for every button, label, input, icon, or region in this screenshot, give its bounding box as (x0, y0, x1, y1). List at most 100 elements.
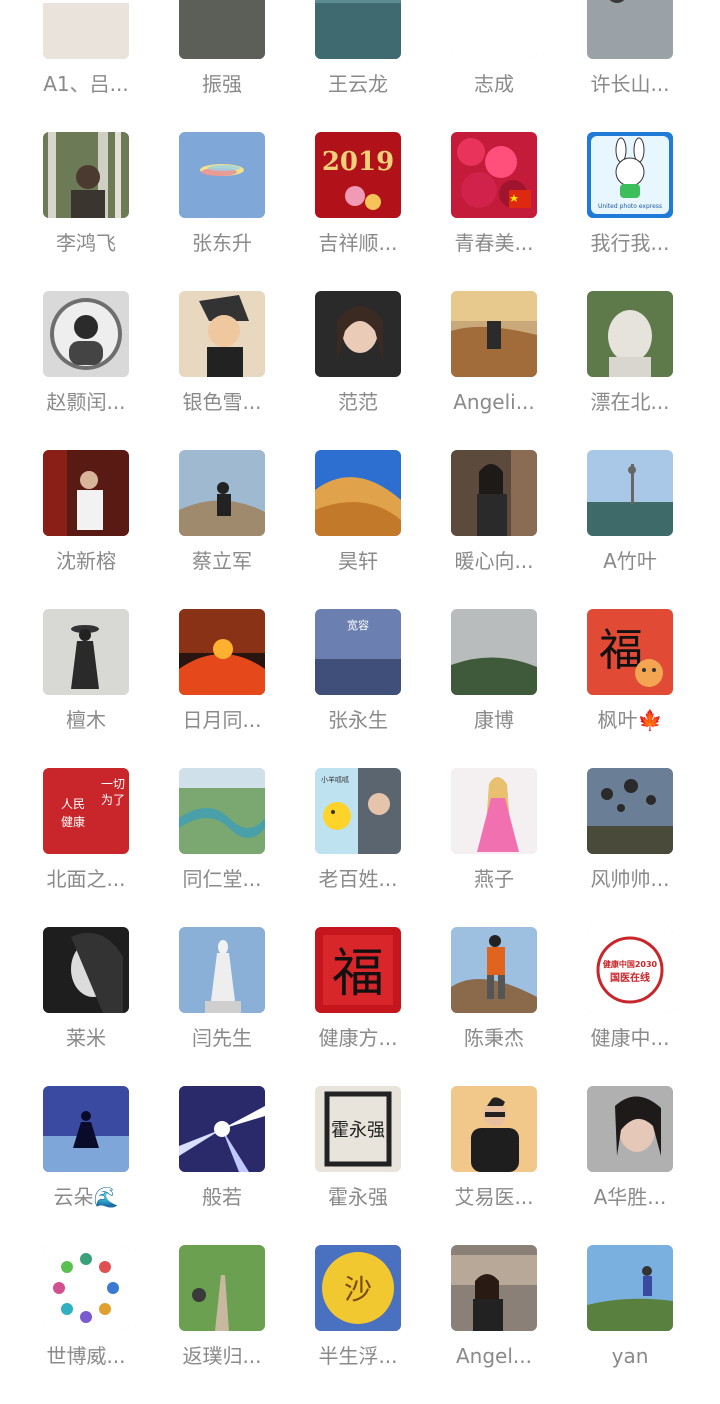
woman-indoor-avatar-icon[interactable] (451, 450, 537, 536)
member-item[interactable]: 宽容 张永生 (295, 609, 421, 759)
seal-stamp-avatar-icon[interactable]: 霍永强 (315, 1086, 401, 1172)
forest-portrait-avatar-icon[interactable] (43, 132, 129, 218)
swordsman-avatar-icon[interactable] (43, 609, 129, 695)
member-item[interactable]: 沈新榕 (23, 450, 149, 600)
member-name: 振强 (202, 72, 242, 96)
member-name: A1、吕... (43, 72, 129, 96)
mountain-top-avatar-icon[interactable] (179, 450, 265, 536)
member-item[interactable]: 福健康方... (295, 927, 421, 1077)
member-item[interactable]: 闫先生 (159, 927, 285, 1077)
member-item[interactable]: 风帅帅... (567, 768, 693, 918)
member-item[interactable]: 燕子 (431, 768, 557, 918)
member-item[interactable]: 银色雪... (159, 291, 285, 441)
member-item[interactable]: 云朵🌊 (23, 1086, 149, 1236)
member-item[interactable]: 康博 (431, 609, 557, 759)
hiker-avatar-icon[interactable] (451, 927, 537, 1013)
volcano-avatar-icon[interactable] (179, 609, 265, 695)
member-grid: 诚信经营 相互学习信誉第一 相互关爱 A1、吕... 振强 王云龙 让爱心成为一种习惯志… (0, 0, 720, 1404)
svg-text:国医在线: 国医在线 (610, 971, 650, 984)
member-item[interactable]: 般若 (159, 1086, 285, 1236)
member-item[interactable]: A竹叶 (567, 450, 693, 600)
fu-tiger-avatar-icon[interactable]: 福 (587, 609, 673, 695)
member-item[interactable]: 檀木 (23, 609, 149, 759)
member-name: 赵颢闰... (46, 390, 126, 414)
rock-avatar-icon[interactable] (179, 0, 265, 59)
member-item[interactable]: Angel... (431, 1245, 557, 1395)
misty-hills-avatar-icon[interactable] (451, 609, 537, 695)
quote-avatar-icon[interactable]: 让爱心成为一种习惯 (451, 0, 537, 59)
member-item[interactable]: 莱米 (23, 927, 149, 1077)
forest-path-avatar-icon[interactable] (179, 1245, 265, 1331)
round-frame-portrait-avatar-icon[interactable] (43, 291, 129, 377)
member-item[interactable]: Angeli... (431, 291, 557, 441)
hilltop-person-avatar-icon[interactable] (587, 1245, 673, 1331)
member-item[interactable]: 世博威... (23, 1245, 149, 1395)
meditation-silhouette-avatar-icon[interactable] (43, 1086, 129, 1172)
member-item[interactable]: 青春美... (431, 132, 557, 282)
moon-calligraphy-avatar-icon[interactable]: 沙 (315, 1245, 401, 1331)
member-name: 世博威... (46, 1344, 126, 1368)
member-item[interactable]: 2019 吉祥顺... (295, 132, 421, 282)
member-item[interactable]: 健康中国2030 国医在线 健康中... (567, 927, 693, 1077)
member-item[interactable]: 日月同... (159, 609, 285, 759)
sea-sunset-avatar-icon[interactable]: 宽容 (315, 609, 401, 695)
tower-lake-avatar-icon[interactable] (587, 450, 673, 536)
fu-character-avatar-icon[interactable]: 福 (315, 927, 401, 1013)
stone-lion-avatar-icon[interactable] (587, 291, 673, 377)
river-bend-avatar-icon[interactable] (179, 768, 265, 854)
man-glasses-avatar-icon[interactable] (451, 1086, 537, 1172)
member-item[interactable]: 李鸿飞 (23, 132, 149, 282)
autumn-landscape-avatar-icon[interactable] (451, 291, 537, 377)
member-item[interactable]: 沙半生浮... (295, 1245, 421, 1395)
member-name: 霍永强 (328, 1185, 388, 1209)
member-item[interactable]: 蔡立军 (159, 450, 285, 600)
princess-doll-avatar-icon[interactable] (451, 768, 537, 854)
desert-dune-avatar-icon[interactable] (315, 450, 401, 536)
member-item[interactable]: United photo express 我行我... (567, 132, 693, 282)
new-year-2019-avatar-icon[interactable]: 2019 (315, 132, 401, 218)
member-item[interactable]: 许长山... (567, 0, 693, 123)
member-item[interactable]: 范范 (295, 291, 421, 441)
member-item[interactable]: 一切 为了 人民 健康 北面之... (23, 768, 149, 918)
cartoon-rabbit-avatar-icon[interactable]: United photo express (587, 132, 673, 218)
member-item[interactable]: 昊轩 (295, 450, 421, 600)
water-avatar-icon[interactable] (315, 0, 401, 59)
member-item[interactable]: 艾易医... (431, 1086, 557, 1236)
member-name: 健康方... (318, 1026, 398, 1050)
health-china-2030-stamp-icon[interactable]: 健康中国2030 国医在线 (587, 927, 673, 1013)
calligraphy-red-avatar-icon[interactable]: 一切 为了 人民 健康 (43, 768, 129, 854)
hot-air-balloons-avatar-icon[interactable] (587, 768, 673, 854)
hearts-flag-avatar-icon[interactable] (451, 132, 537, 218)
woman-selfie-avatar-icon[interactable] (587, 1086, 673, 1172)
member-item[interactable]: 暖心向... (431, 450, 557, 600)
member-item[interactable]: 福枫叶🍁 (567, 609, 693, 759)
person-avatar-icon[interactable] (587, 0, 673, 59)
anime-man-avatar-icon[interactable] (179, 291, 265, 377)
chick-woman-avatar-icon[interactable]: 小羊呱呱 (315, 768, 401, 854)
member-item[interactable]: 霍永强 霍永强 (295, 1086, 421, 1236)
member-item[interactable]: 让爱心成为一种习惯志成 (431, 0, 557, 123)
smoking-woman-avatar-icon[interactable] (43, 927, 129, 1013)
member-item[interactable]: 陈秉杰 (431, 927, 557, 1077)
member-item[interactable]: 振强 (159, 0, 285, 123)
guanyin-statue-avatar-icon[interactable] (179, 927, 265, 1013)
member-item[interactable]: 诚信经营 相互学习信誉第一 相互关爱 A1、吕... (23, 0, 149, 123)
speaker-stage-avatar-icon[interactable] (43, 450, 129, 536)
circle-logos-avatar-icon[interactable] (43, 1245, 129, 1331)
member-item[interactable]: 同仁堂... (159, 768, 285, 918)
banner-avatar-icon[interactable]: 诚信经营 相互学习信誉第一 相互关爱 (43, 0, 129, 59)
rainbow-cloud-avatar-icon[interactable] (179, 132, 265, 218)
member-name: 沈新榕 (56, 549, 116, 573)
light-burst-avatar-icon[interactable] (179, 1086, 265, 1172)
member-item[interactable]: A华胜... (567, 1086, 693, 1236)
woman-portrait-avatar-icon[interactable] (315, 291, 401, 377)
city-woman-avatar-icon[interactable] (451, 1245, 537, 1331)
member-item[interactable]: 小羊呱呱 老百姓... (295, 768, 421, 918)
member-item[interactable]: 赵颢闰... (23, 291, 149, 441)
member-item[interactable]: yan (567, 1245, 693, 1395)
member-item[interactable]: 返璞归... (159, 1245, 285, 1395)
member-item[interactable]: 王云龙 (295, 0, 421, 123)
member-item[interactable]: 漂在北... (567, 291, 693, 441)
svg-text:小羊呱呱: 小羊呱呱 (321, 775, 349, 784)
member-item[interactable]: 张东升 (159, 132, 285, 282)
